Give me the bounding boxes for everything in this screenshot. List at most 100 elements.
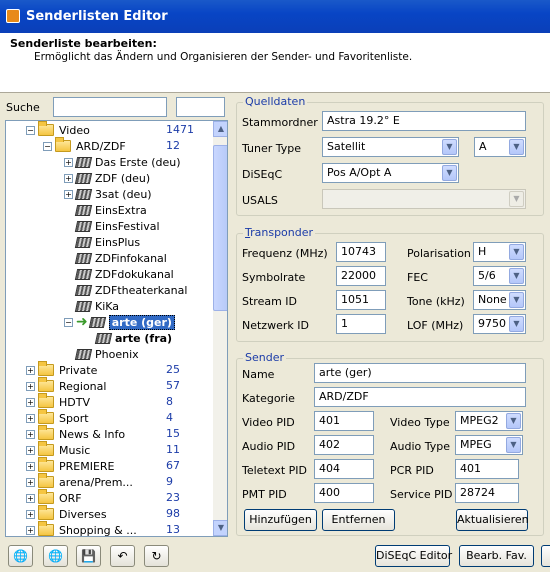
bearb-fav-button[interactable]: Bearb. Fav. <box>459 545 534 567</box>
diseqc-select[interactable]: Pos A/Opt A ▼ <box>322 163 459 183</box>
tree-item[interactable]: KiKa <box>64 298 119 314</box>
expand-icon[interactable]: + <box>64 157 73 167</box>
pcrpid-field[interactable]: 401 <box>455 459 519 479</box>
tuner-select[interactable]: A ▼ <box>474 137 526 157</box>
expand-icon[interactable]: + <box>26 429 35 439</box>
channel-icon <box>94 332 113 344</box>
chevron-down-icon[interactable]: ▼ <box>509 316 524 332</box>
expand-icon[interactable]: + <box>26 461 35 471</box>
audiopid-label: Audio PID <box>242 440 296 453</box>
kategorie-field[interactable]: ARD/ZDF <box>314 387 526 407</box>
globe-back-icon[interactable]: 🌐 <box>8 545 33 567</box>
streamid-field[interactable]: 1051 <box>336 290 386 310</box>
chevron-down-icon[interactable]: ▼ <box>506 413 521 429</box>
search-input-secondary[interactable] <box>176 97 225 117</box>
tree-item-label: arena/Prem... <box>59 475 133 489</box>
update-button[interactable]: Aktualisieren <box>456 509 529 531</box>
fec-select[interactable]: 5/6 ▼ <box>473 266 526 286</box>
expand-icon[interactable]: + <box>26 509 35 519</box>
expand-icon[interactable]: + <box>64 173 73 183</box>
audiopid-field[interactable]: 402 <box>314 435 374 455</box>
audiotype-select[interactable]: MPEG ▼ <box>455 435 523 455</box>
chevron-down-icon[interactable]: ▼ <box>509 292 524 308</box>
videotype-select[interactable]: MPEG2 ▼ <box>455 411 523 431</box>
chevron-down-icon[interactable]: ▼ <box>509 244 524 260</box>
tree-item[interactable]: ZDFtheaterkanal <box>64 282 187 298</box>
tree-item[interactable]: ZDFdokukanal <box>64 266 174 282</box>
expand-icon[interactable]: + <box>26 397 35 407</box>
expand-icon[interactable]: + <box>26 381 35 391</box>
name-field[interactable]: arte (ger) <box>314 363 526 383</box>
tree-item[interactable]: − ARD/ZDF <box>43 137 126 154</box>
globe-forward-icon[interactable]: 🌐 <box>43 545 68 567</box>
remove-button[interactable]: Entfernen <box>322 509 395 531</box>
tree-item[interactable]: + Shopping & ... <box>26 521 137 536</box>
tree-item-count: 1471 <box>166 123 194 136</box>
tree-item[interactable]: ZDFinfokanal <box>64 250 167 266</box>
chevron-down-icon[interactable]: ▼ <box>509 268 524 284</box>
stammordner-field[interactable]: Astra 19.2° E <box>322 111 526 131</box>
tree-item[interactable]: + HDTV <box>26 393 90 410</box>
tree-item[interactable]: EinsExtra <box>64 202 147 218</box>
undo-icon[interactable]: ↶ <box>110 545 135 567</box>
expand-icon[interactable]: + <box>26 413 35 423</box>
folder-icon <box>38 489 54 504</box>
chevron-down-icon[interactable]: ▼ <box>442 139 457 155</box>
chevron-down-icon[interactable]: ▼ <box>506 437 521 453</box>
tree-item[interactable]: + Regional <box>26 377 106 394</box>
tree-scrollbar[interactable]: ▲ ▼ <box>213 121 227 536</box>
tree-item[interactable]: +3sat (deu) <box>64 186 152 202</box>
expand-icon[interactable]: + <box>26 493 35 503</box>
tree-item[interactable]: arte (fra) <box>84 330 172 346</box>
tree-item[interactable]: EinsFestival <box>64 218 160 234</box>
expand-icon[interactable]: + <box>26 365 35 375</box>
expand-icon[interactable]: + <box>64 189 73 199</box>
scroll-thumb[interactable] <box>213 145 227 311</box>
expand-icon[interactable]: + <box>26 445 35 455</box>
frequenz-field[interactable]: 10743 <box>336 242 386 262</box>
tone-select[interactable]: None ▼ <box>473 290 526 310</box>
tree-item[interactable]: − ➜ arte (ger) <box>64 314 175 330</box>
collapse-icon[interactable]: − <box>26 125 35 135</box>
scroll-up-icon[interactable]: ▲ <box>213 121 227 137</box>
expand-icon[interactable]: + <box>26 477 35 487</box>
tree-item[interactable]: + Diverses <box>26 505 107 522</box>
chevron-down-icon[interactable]: ▼ <box>442 165 457 181</box>
tree-item[interactable]: + Music <box>26 441 90 458</box>
expand-icon[interactable]: + <box>26 525 35 535</box>
lof-select[interactable]: 9750 ▼ <box>473 314 526 334</box>
pmtpid-field[interactable]: 400 <box>314 483 374 503</box>
tree-item[interactable]: − Video <box>26 121 90 138</box>
tree-item[interactable]: + arena/Prem... <box>26 473 133 490</box>
collapse-icon[interactable]: − <box>43 141 52 151</box>
netzwerkid-field[interactable]: 1 <box>336 314 386 334</box>
tree-item[interactable]: + Sport <box>26 409 89 426</box>
more-button[interactable] <box>541 545 550 567</box>
channel-icon <box>74 220 93 232</box>
save-icon[interactable]: 💾 <box>76 545 101 567</box>
tree-item-label: arte (fra) <box>115 331 173 345</box>
teletextpid-field[interactable]: 404 <box>314 459 374 479</box>
symbolrate-field[interactable]: 22000 <box>336 266 386 286</box>
add-button[interactable]: Hinzufügen <box>244 509 317 531</box>
collapse-icon[interactable]: − <box>64 317 73 327</box>
diseqc-editor-button[interactable]: DiSEqC Editor <box>375 545 452 567</box>
tree-item[interactable]: + ORF <box>26 489 82 506</box>
tree-item[interactable]: + News & Info <box>26 425 125 442</box>
scroll-down-icon[interactable]: ▼ <box>213 520 227 536</box>
tree-item[interactable]: + Private <box>26 361 97 378</box>
tree-item[interactable]: EinsPlus <box>64 234 140 250</box>
chevron-down-icon[interactable]: ▼ <box>509 139 524 155</box>
tree-item[interactable]: Phoenix <box>64 346 139 362</box>
refresh-icon[interactable]: ↻ <box>144 545 169 567</box>
polarisation-select[interactable]: H ▼ <box>473 242 526 262</box>
channel-tree[interactable]: − Video 1471− ARD/ZDF 12 + Das Erste (deu) + ZDF… <box>5 120 228 537</box>
tree-item-count: 23 <box>166 491 180 504</box>
tree-item[interactable]: + Das Erste (deu) <box>64 154 181 170</box>
tree-item[interactable]: + PREMIERE <box>26 457 115 474</box>
tree-item[interactable]: + ZDF (deu) <box>64 170 150 186</box>
tunertype-select[interactable]: Satellit ▼ <box>322 137 459 157</box>
search-input[interactable] <box>53 97 167 117</box>
videopid-field[interactable]: 401 <box>314 411 374 431</box>
servicepid-field[interactable]: 28724 <box>455 483 519 503</box>
